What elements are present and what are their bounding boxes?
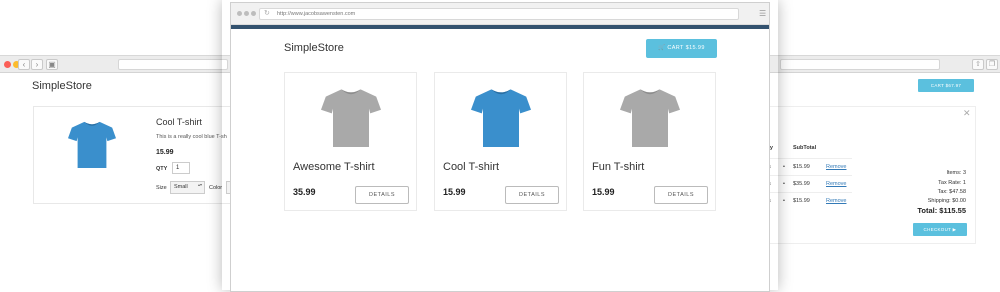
product-price: 15.99 [443, 187, 466, 197]
product-name[interactable]: Awesome T-shirt [293, 161, 375, 173]
back-store-brand[interactable]: SimpleStore [32, 80, 92, 92]
qty-label: QTY [156, 166, 168, 172]
cart-tax: Tax: $47.58 [937, 189, 966, 195]
product-price: 15.99 [592, 187, 615, 197]
cart-shipping: Shipping: $0.00 [927, 198, 966, 204]
cart-total: Total: $115.55 [917, 206, 966, 215]
product-price: 15.99 [156, 149, 174, 156]
front-browser-toolbar: ↻ http://www.jacobsawensten.com ☰ [231, 3, 769, 25]
forward-arrow-icon[interactable]: › [31, 59, 43, 70]
remove-link[interactable]: Remove [826, 181, 846, 187]
front-browser-window: ↻ http://www.jacobsawensten.com ☰ Simple… [230, 2, 770, 292]
product-price: 35.99 [293, 187, 316, 197]
window-dot-icon[interactable] [251, 11, 256, 16]
close-window-icon[interactable] [4, 61, 11, 68]
address-bar[interactable]: ↻ http://www.jacobsawensten.com [259, 8, 739, 20]
cart-button-label: CART $15.99 [667, 45, 705, 51]
product-tile: Awesome T-shirt 35.99 DETAILS [284, 72, 417, 211]
grey-tshirt-icon [321, 89, 381, 147]
share-icon[interactable]: ⇧ [972, 59, 984, 70]
color-label: Color [209, 185, 223, 191]
remove-link[interactable]: Remove [826, 164, 846, 170]
cart-row-bullet: • [783, 164, 785, 170]
checkout-button[interactable]: CHECKOUT ▶ [913, 223, 967, 236]
site-top-bar [231, 25, 769, 29]
background-address-bar-right[interactable] [780, 59, 940, 70]
hamburger-menu-icon[interactable]: ☰ [759, 9, 766, 18]
product-name[interactable]: Cool T-shirt [443, 161, 499, 173]
qty-input[interactable]: 1 [172, 162, 190, 174]
blue-tshirt-icon [68, 121, 116, 168]
product-title: Cool T-shirt [156, 117, 202, 127]
cart-row-bullet: • [783, 181, 785, 187]
tabs-icon[interactable]: ❐ [986, 59, 998, 70]
size-label: Size [156, 185, 167, 191]
cart-row-subtotal: $35.99 [793, 181, 810, 187]
store-brand[interactable]: SimpleStore [284, 42, 344, 54]
window-dot-icon[interactable] [244, 11, 249, 16]
cart-icon: 🛒 [658, 45, 666, 51]
details-button[interactable]: DETAILS [505, 186, 559, 204]
product-tile: Fun T-shirt 15.99 DETAILS [583, 72, 716, 211]
sidebar-icon[interactable]: ▣ [46, 59, 58, 70]
cart-tax-rate: Tax Rate: 1 [938, 180, 966, 186]
product-name[interactable]: Fun T-shirt [592, 161, 644, 173]
cart-row-subtotal: $15.99 [793, 198, 810, 204]
cart-header-subtotal: SubTotal [793, 145, 817, 151]
blue-tshirt-icon [471, 89, 531, 147]
product-tile: Cool T-shirt 15.99 DETAILS [434, 72, 567, 211]
product-description: This is a really cool blue T-sh [156, 134, 227, 140]
close-icon[interactable]: ✕ [963, 108, 971, 119]
details-button[interactable]: DETAILS [355, 186, 409, 204]
cart-row-bullet: • [783, 198, 785, 204]
remove-link[interactable]: Remove [826, 198, 846, 204]
cart-row-subtotal: $15.99 [793, 164, 810, 170]
details-button[interactable]: DETAILS [654, 186, 708, 204]
grey-tshirt-icon [620, 89, 680, 147]
back-arrow-icon[interactable]: ‹ [18, 59, 30, 70]
cart-items-count: Items: 3 [946, 170, 966, 176]
background-address-bar[interactable] [118, 59, 228, 70]
back-cart-button[interactable]: CART $67.97 [918, 79, 974, 92]
window-dot-icon[interactable] [237, 11, 242, 16]
refresh-icon[interactable]: ↻ [264, 10, 270, 18]
cart-button[interactable]: 🛒 CART $15.99 [646, 39, 717, 58]
address-bar-url: http://www.jacobsawensten.com [277, 11, 356, 17]
size-select[interactable]: Small [170, 181, 205, 194]
